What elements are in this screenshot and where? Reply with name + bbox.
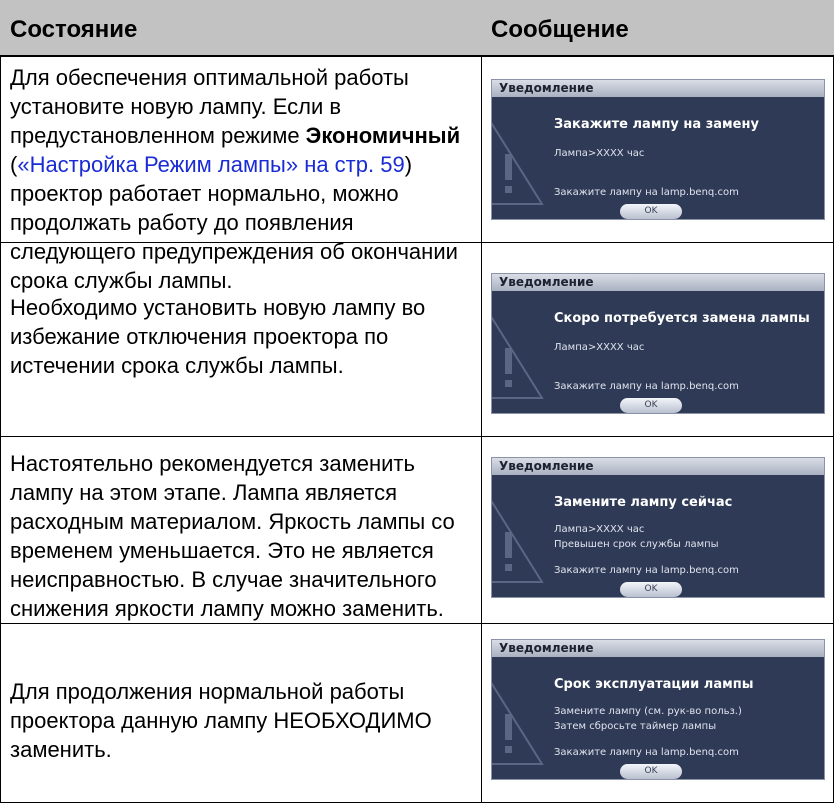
column-divider <box>481 57 482 242</box>
dialog-footer-text: Закажите лампу на lamp.benq.com <box>554 747 739 758</box>
dialog-bar-title: Уведомление <box>499 275 594 289</box>
dialog-bar-title: Уведомление <box>499 459 594 473</box>
row-description: Для продолжения нормальной работы проект… <box>10 679 432 762</box>
column-divider <box>481 624 482 802</box>
dialog-line: Лампа>XXXX час <box>554 342 645 353</box>
dialog-title: Закажите лампу на замену <box>554 117 759 132</box>
dialog-bar-title: Уведомление <box>499 81 594 95</box>
table-border <box>0 437 1 623</box>
row-description: Настоятельно рекомендуется заменить ламп… <box>10 451 455 621</box>
desc-bold-text: Экономичный <box>305 123 461 148</box>
dialog-line: Затем сбросьте таймер лампы <box>554 721 717 732</box>
header-state: Состояние <box>10 16 138 43</box>
ok-button[interactable]: OK <box>620 398 682 413</box>
ok-button[interactable]: OK <box>620 204 682 219</box>
ok-button[interactable]: OK <box>620 582 682 597</box>
table-header: Состояние Сообщение <box>0 0 834 57</box>
lamp-message-table: Состояние Сообщение Для обеспечения опти… <box>0 0 834 803</box>
dialog-title: Срок эксплуатации лампы <box>554 677 754 692</box>
dialog-footer-text: Закажите лампу на lamp.benq.com <box>554 565 739 576</box>
page-reference-link[interactable]: «Настройка Режим лампы» на стр. 59 <box>17 152 404 177</box>
row-description: Необходимо установить новую лампу во изб… <box>10 295 426 378</box>
dialog-title-bar: Уведомление <box>492 274 824 291</box>
warning-triangle-icon <box>492 682 544 765</box>
table-row: Необходимо установить новую лампу во изб… <box>0 243 834 437</box>
dialog-line: Превышен срок службы лампы <box>554 539 719 550</box>
dialog-line: Лампа>XXXX час <box>554 148 645 159</box>
dialog-bar-title: Уведомление <box>499 641 594 655</box>
dialog-footer-text: Закажите лампу на lamp.benq.com <box>554 187 739 198</box>
dialog-footer-text: Закажите лампу на lamp.benq.com <box>554 381 739 392</box>
header-message: Сообщение <box>491 16 629 43</box>
table-border <box>0 57 1 242</box>
dialog-line: Замените лампу (см. рук-во польз.) <box>554 706 742 717</box>
column-divider <box>481 437 482 623</box>
table-border <box>0 624 1 802</box>
dialog-title-bar: Уведомление <box>492 640 824 657</box>
dialog-title: Скоро потребуется замена лампы <box>554 311 810 326</box>
dialog-title-bar: Уведомление <box>492 458 824 475</box>
dialog-title-bar: Уведомление <box>492 80 824 97</box>
ok-button[interactable]: OK <box>620 764 682 779</box>
table-row: Для продолжения нормальной работы проект… <box>0 624 834 803</box>
table-row: Настоятельно рекомендуется заменить ламп… <box>0 437 834 624</box>
table-border <box>0 243 1 436</box>
warning-triangle-icon <box>492 122 544 205</box>
column-divider <box>481 243 482 436</box>
warning-triangle-icon <box>492 500 544 583</box>
warning-triangle-icon <box>492 316 544 399</box>
notification-dialog: Уведомление Закажите лампу на замену Лам… <box>491 79 825 220</box>
table-row: Для обеспечения оптимальной работы устан… <box>0 57 834 293</box>
notification-dialog: Уведомление Замените лампу сейчас Лампа>… <box>491 457 825 598</box>
dialog-title: Замените лампу сейчас <box>554 495 733 510</box>
dialog-line: Лампа>XXXX час <box>554 524 645 535</box>
notification-dialog: Уведомление Срок эксплуатации лампы Заме… <box>491 639 825 780</box>
notification-dialog: Уведомление Скоро потребуется замена лам… <box>491 273 825 414</box>
